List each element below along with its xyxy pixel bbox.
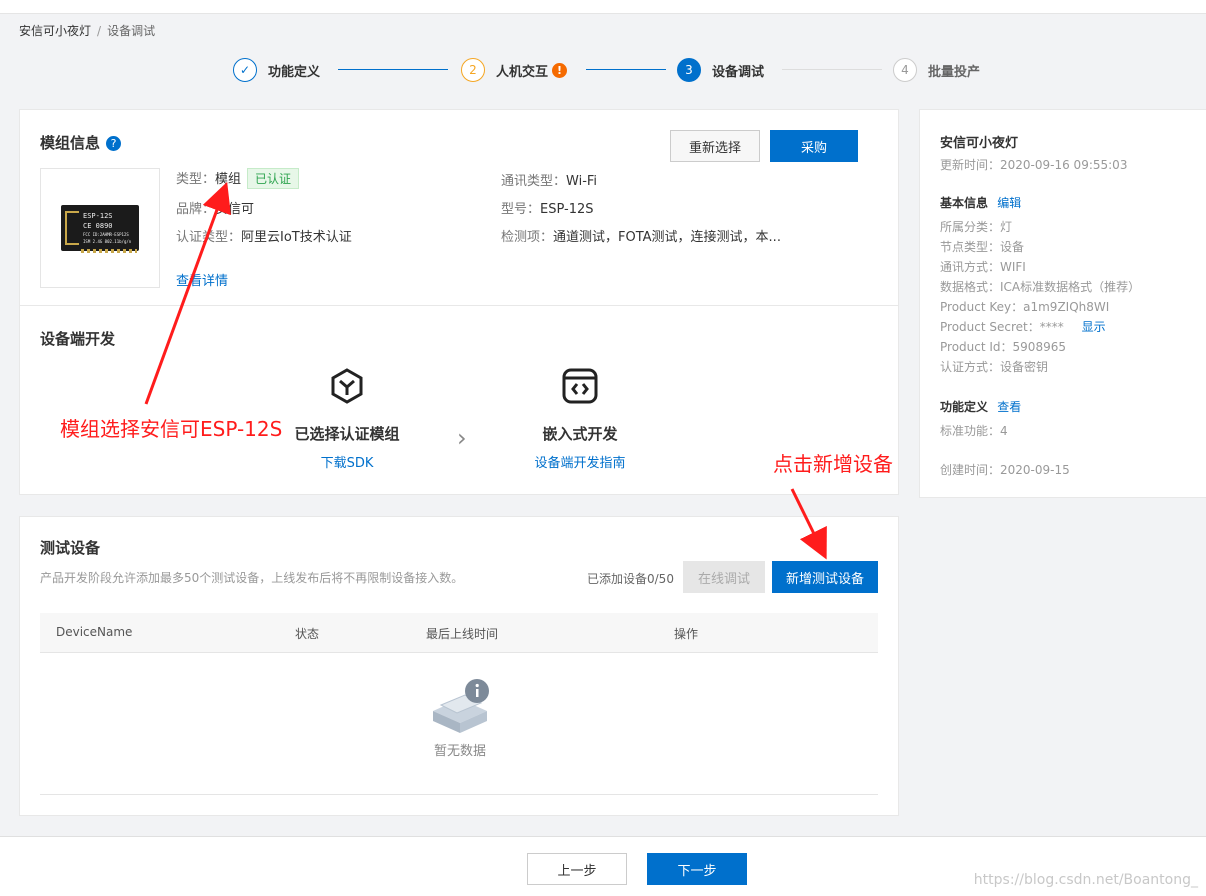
arrow-to-brand [144, 181, 231, 405]
arrow-to-add-button [790, 488, 827, 560]
next-step-button[interactable]: 下一步 [647, 853, 747, 885]
annotation-module-note: 模组选择安信可ESP-12S [60, 417, 283, 441]
watermark: https://blog.csdn.net/Boantong_ [973, 872, 1198, 888]
annotation-arrows [144, 181, 827, 560]
prev-step-button[interactable]: 上一步 [527, 853, 627, 885]
annotation-add-note: 点击新增设备 [773, 452, 893, 476]
